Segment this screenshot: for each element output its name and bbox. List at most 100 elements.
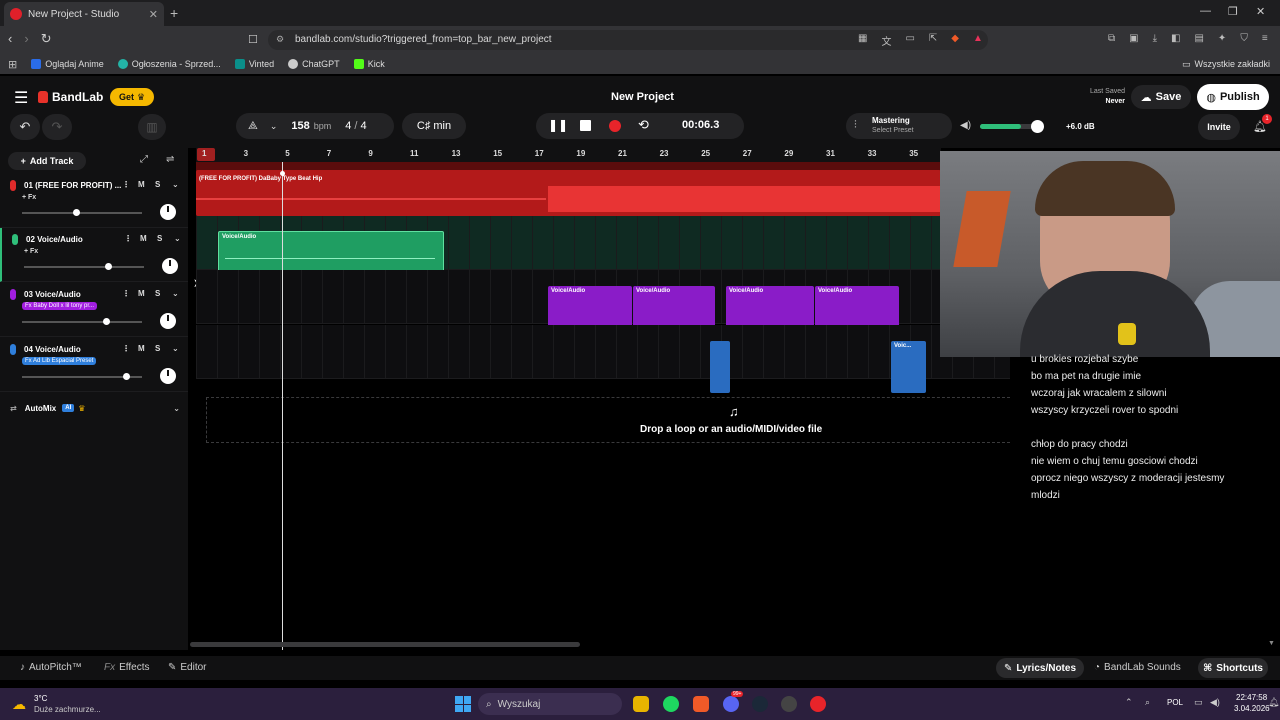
effects-button[interactable]: Fx Effects [104,662,150,673]
track-settings-icon[interactable]: ⇌ [166,154,174,165]
speaker-icon[interactable]: ◀) [960,120,971,131]
lyrics-notes-button[interactable]: ✎ Lyrics/Notes [996,658,1084,678]
audio-clip[interactable]: (FREE FOR PROFIT) DaBaby Type Beat Hip [196,170,941,216]
volume-handle[interactable] [103,318,110,325]
brave-shield-icon[interactable]: ◆ [951,33,959,48]
menu-icon[interactable]: ≡ [1262,33,1268,44]
track-header[interactable]: 04 Voice/Audio ⋮ M S ⌄ Fx Ad Lib Espacia… [0,338,188,392]
screenshot-icon[interactable]: ▭ [905,33,914,48]
track-options-icon[interactable]: ⋮ [122,344,130,353]
sidebar-icon[interactable]: ◧ [1171,33,1180,44]
forward-icon[interactable]: › [24,31,28,47]
chevron-down-icon[interactable]: ⌄ [172,344,179,353]
lyric-line[interactable]: bo ma pet na drugie imie [1031,371,1141,382]
lyric-line[interactable]: u brokies rozjebal szybe [1031,354,1138,365]
share-icon[interactable]: ⇱ [929,33,937,48]
bookmark-item[interactable]: Vinted [234,59,274,69]
lane-track-2[interactable]: Voice/Audio [196,216,1010,281]
new-tab-button[interactable]: + [170,5,178,21]
audio-clip[interactable]: Voic... [891,341,926,393]
language-indicator[interactable]: POL [1167,698,1183,707]
clock-time[interactable]: 22:47:58 [1236,693,1267,702]
track-header[interactable]: 02 Voice/Audio ⋮ M S ⌄ + Fx [0,228,188,282]
pan-knob[interactable] [160,204,176,220]
solo-button[interactable]: S [157,234,162,243]
editor-button[interactable]: ✎ Editor [168,662,207,673]
media-player-icon[interactable] [810,696,826,712]
track-options-icon[interactable]: ⋮ [124,234,132,243]
metronome-icon[interactable]: ⟁ [248,120,258,133]
translate-icon[interactable]: 文 [881,33,891,48]
volume-slider[interactable] [22,212,142,214]
volume-handle[interactable] [73,209,80,216]
notifications-icon[interactable]: 🔔︎ [1268,697,1279,708]
horizontal-scrollbar[interactable] [190,642,580,647]
key-selector[interactable]: C♯ min [402,113,466,139]
mastering-button[interactable]: ⫶ Mastering Select Preset [846,113,952,139]
browser-tab[interactable]: New Project - Studio ✕ [4,2,164,26]
record-icon[interactable] [609,120,621,132]
minimize-icon[interactable]: — [1200,5,1211,17]
bookmark-item[interactable]: ChatGPT [288,59,340,69]
wand-icon[interactable]: ⤢ [140,154,148,165]
track-header[interactable]: 01 (FREE FOR PROFIT) ... ⋮ M S ⌄ + Fx [0,174,188,228]
piano-button[interactable]: ▥ [138,114,166,140]
lyric-line[interactable]: wszyscy krzyczeli rover to spodni [1031,405,1178,416]
back-icon[interactable]: ‹ [8,31,12,47]
temperature[interactable]: 3°C [34,694,47,703]
chevron-down-icon[interactable]: ⌄ [172,289,179,298]
lyrics-panel[interactable]: u brokies rozjebal szybe bo ma pet na dr… [1010,354,1272,650]
bookmark-item[interactable]: Oglądaj Anime [31,59,104,69]
mute-button[interactable]: M [138,289,145,298]
file-explorer-icon[interactable] [633,696,649,712]
tabs-icon[interactable]: ▤ [1194,33,1203,44]
network-icon[interactable]: ▭ [1194,697,1203,708]
fx-preset-badge[interactable]: Fx Baby Doll x lil tony pr... [22,302,98,310]
project-title[interactable]: New Project [611,91,674,103]
volume-handle[interactable] [123,373,130,380]
volume-icon[interactable]: ◀) [1210,697,1220,708]
mute-button[interactable]: M [140,234,147,243]
weather-text[interactable]: Duże zachmurze... [34,705,101,714]
pause-icon[interactable]: ❚❚ [548,118,568,132]
window-close-icon[interactable]: ✕ [1256,5,1265,18]
discord-icon[interactable] [723,696,739,712]
audio-clip[interactable] [710,341,730,393]
wallet-icon[interactable]: ▣ [1129,33,1138,44]
chevron-down-icon[interactable]: ⌄ [270,121,278,132]
autopitch-button[interactable]: ♪ AutoPitch™ [20,662,82,673]
scroll-down-icon[interactable]: ▼ [1268,640,1275,647]
add-fx-button[interactable]: + Fx [22,194,36,201]
lyric-line[interactable]: wczoraj jak wracalem z silowni [1031,388,1167,399]
volume-slider[interactable] [24,266,144,268]
save-button[interactable]: ☁ Save [1131,85,1191,109]
vpn-icon[interactable]: ⛉ [1240,33,1248,44]
invite-button[interactable]: Invite [1198,114,1240,140]
tab-close-icon[interactable]: ✕ [149,8,158,21]
bookmark-item[interactable]: Kick [353,59,385,69]
chevron-down-icon[interactable]: ⌄ [172,180,179,189]
brand-logo[interactable]: BandLab [38,90,103,104]
automix-row[interactable]: ⇄ AutoMix AI ♛ ⌄ [0,396,188,420]
volume-knob[interactable] [1031,120,1044,133]
all-bookmarks[interactable]: ▭ Wszystkie zakładki [1182,59,1270,70]
pan-knob[interactable] [160,313,176,329]
pan-knob[interactable] [162,258,178,274]
shortcuts-button[interactable]: ⌘ Shortcuts [1198,658,1268,678]
track-options-icon[interactable]: ⋮ [122,180,130,189]
publish-button[interactable]: ◍ Publish [1197,84,1269,110]
drop-zone[interactable]: ♫ Drop a loop or an audio/MIDI/video fil… [206,397,1010,443]
add-fx-button[interactable]: + Fx [24,248,38,255]
time-signature[interactable]: 4 / 4 [345,120,366,132]
bookmark-item[interactable]: Ogłoszenia - Sprzed... [117,59,221,69]
windows-start-icon[interactable] [455,696,471,712]
lyric-line[interactable]: nie wiem o chuj temu gosciowi chodzi [1031,456,1198,467]
tray-chevron-icon[interactable]: ⌃ [1125,697,1133,708]
get-membership-button[interactable]: Get ♛ [110,88,154,106]
loop-icon[interactable]: ⟲ [638,117,649,133]
volume-slider[interactable] [22,321,142,323]
mute-button[interactable]: M [138,344,145,353]
chevron-down-icon[interactable]: ⌄ [174,234,181,243]
mute-button[interactable]: M [138,180,145,189]
app-icon[interactable] [781,696,797,712]
